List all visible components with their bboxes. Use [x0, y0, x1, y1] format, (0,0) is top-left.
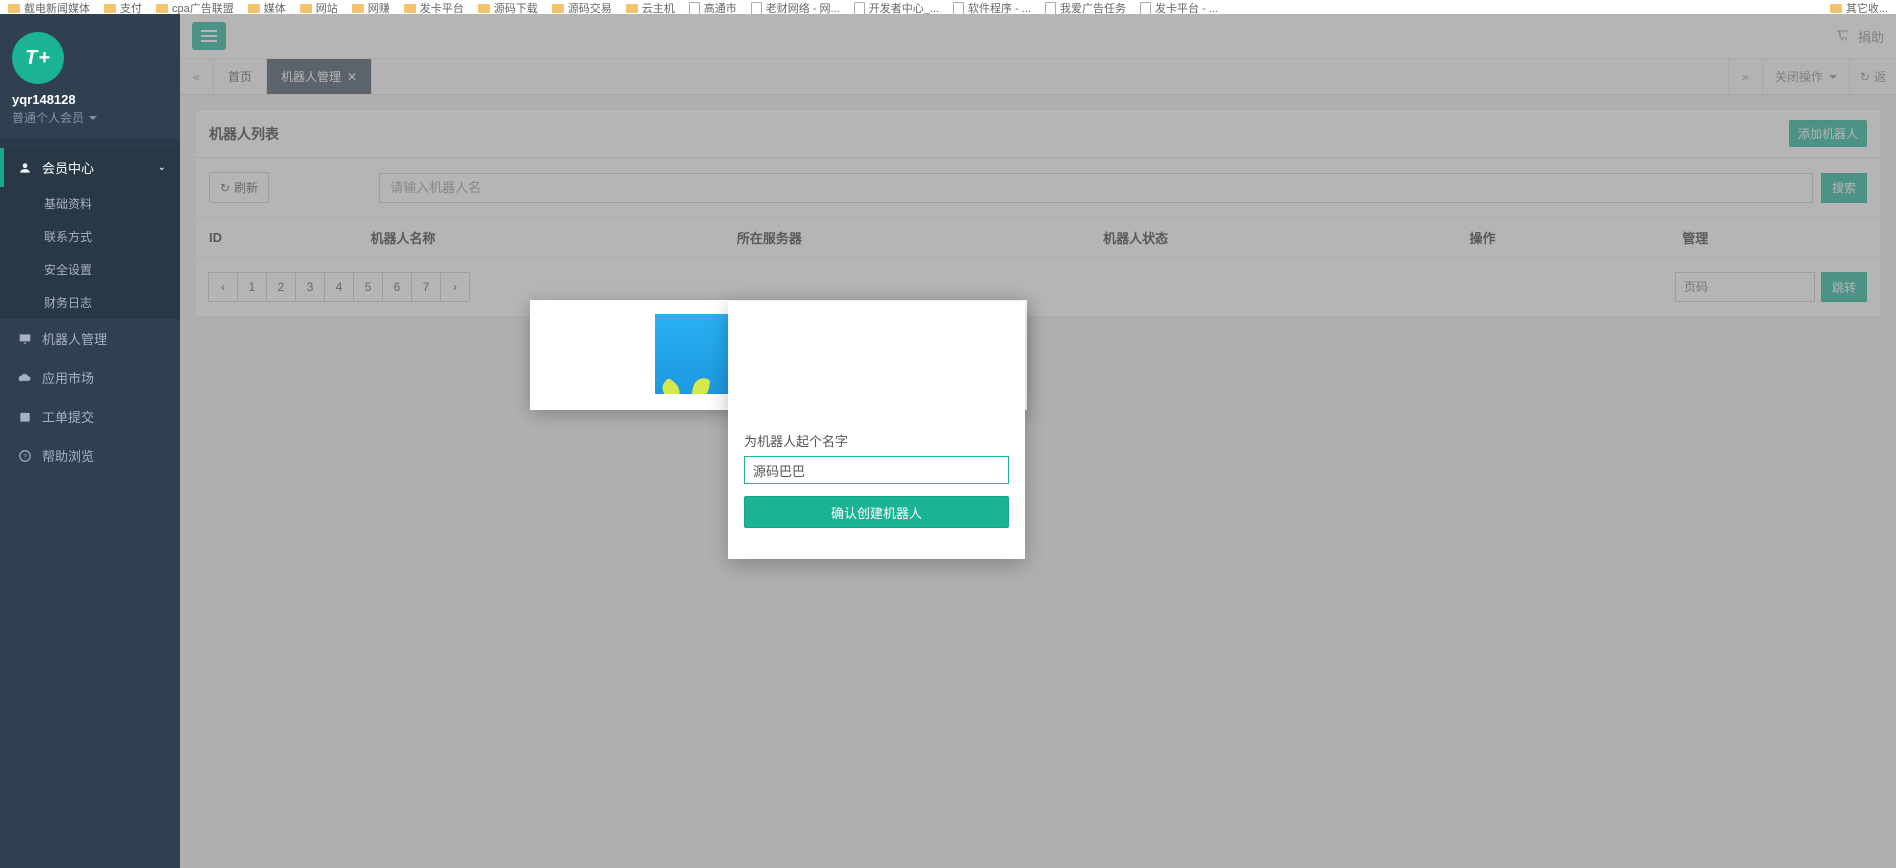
bookmark-item[interactable]: 媒体	[248, 0, 286, 14]
bookmark-item[interactable]: 我爱广告任务	[1045, 0, 1126, 14]
bookmark-item[interactable]: 开发者中心_...	[854, 0, 939, 14]
modal-overlay[interactable]	[180, 14, 1896, 868]
bookmark-item[interactable]: 源码交易	[552, 0, 612, 14]
main-area: 捐助 « 首页 机器人管理 ✕ » 关闭操作 ↻ 返 机器人列表 添加机器人	[180, 14, 1896, 868]
nav-label: 应用市场	[42, 368, 94, 387]
svg-text:?: ?	[23, 453, 27, 460]
help-icon: ?	[18, 449, 34, 463]
bookmark-item[interactable]: 网赚	[352, 0, 390, 14]
bookmark-item[interactable]: 支付	[104, 0, 142, 14]
calendar-icon	[18, 410, 34, 424]
bookmark-bar: 截电新闻媒体 支付 cpa广告联盟 媒体 网站 网赚 发卡平台 源码下载 源码交…	[0, 0, 1896, 14]
username: yqr148128	[12, 92, 168, 107]
subnav-finance-log[interactable]: 财务日志	[0, 286, 180, 319]
nav-label: 会员中心	[42, 158, 94, 177]
user-icon	[18, 161, 34, 175]
nav-label: 机器人管理	[42, 329, 107, 348]
modal-name-label: 为机器人起个名字	[744, 431, 1009, 450]
nav-robot-manage[interactable]: 机器人管理	[0, 319, 180, 358]
bookmark-item[interactable]: 发卡平台 - ...	[1140, 0, 1218, 14]
nav-label: 工单提交	[42, 407, 94, 426]
monitor-icon	[18, 332, 34, 346]
bookmark-item[interactable]: 软件程序 - ...	[953, 0, 1031, 14]
robot-name-input[interactable]	[744, 456, 1009, 484]
create-robot-modal: 为机器人起个名字 确认创建机器人	[728, 301, 1025, 559]
nav-help[interactable]: ? 帮助浏览	[0, 436, 180, 475]
bookmark-item[interactable]: 截电新闻媒体	[8, 0, 90, 14]
confirm-create-robot-button[interactable]: 确认创建机器人	[744, 496, 1009, 528]
bookmark-item[interactable]: 网站	[300, 0, 338, 14]
avatar: T+	[12, 32, 64, 84]
bookmark-item[interactable]: 其它收...	[1830, 0, 1888, 14]
chevron-down-icon: ⌄	[158, 162, 166, 173]
cloud-icon	[18, 371, 34, 385]
nav-app-market[interactable]: 应用市场	[0, 358, 180, 397]
bookmark-item[interactable]: cpa广告联盟	[156, 0, 234, 14]
bookmark-item[interactable]: 老财网络 - 网...	[751, 0, 840, 14]
bookmark-item[interactable]: 高通市	[689, 0, 737, 14]
profile-block: T+ yqr148128 普通个人会员	[0, 14, 180, 138]
bookmark-item[interactable]: 云主机	[626, 0, 675, 14]
bookmark-item[interactable]: 源码下载	[478, 0, 538, 14]
nav-ticket[interactable]: 工单提交	[0, 397, 180, 436]
bookmark-item[interactable]: 发卡平台	[404, 0, 464, 14]
nav-member-center[interactable]: 会员中心 ⌄	[0, 148, 180, 187]
sidebar: T+ yqr148128 普通个人会员 会员中心 ⌄ 基础资料 联系方式 安全设…	[0, 14, 180, 868]
subnav-basic-info[interactable]: 基础资料	[0, 187, 180, 220]
subnav-security[interactable]: 安全设置	[0, 253, 180, 286]
nav-label: 帮助浏览	[42, 446, 94, 465]
subnav-contact[interactable]: 联系方式	[0, 220, 180, 253]
user-role-dropdown[interactable]: 普通个人会员	[12, 109, 168, 126]
